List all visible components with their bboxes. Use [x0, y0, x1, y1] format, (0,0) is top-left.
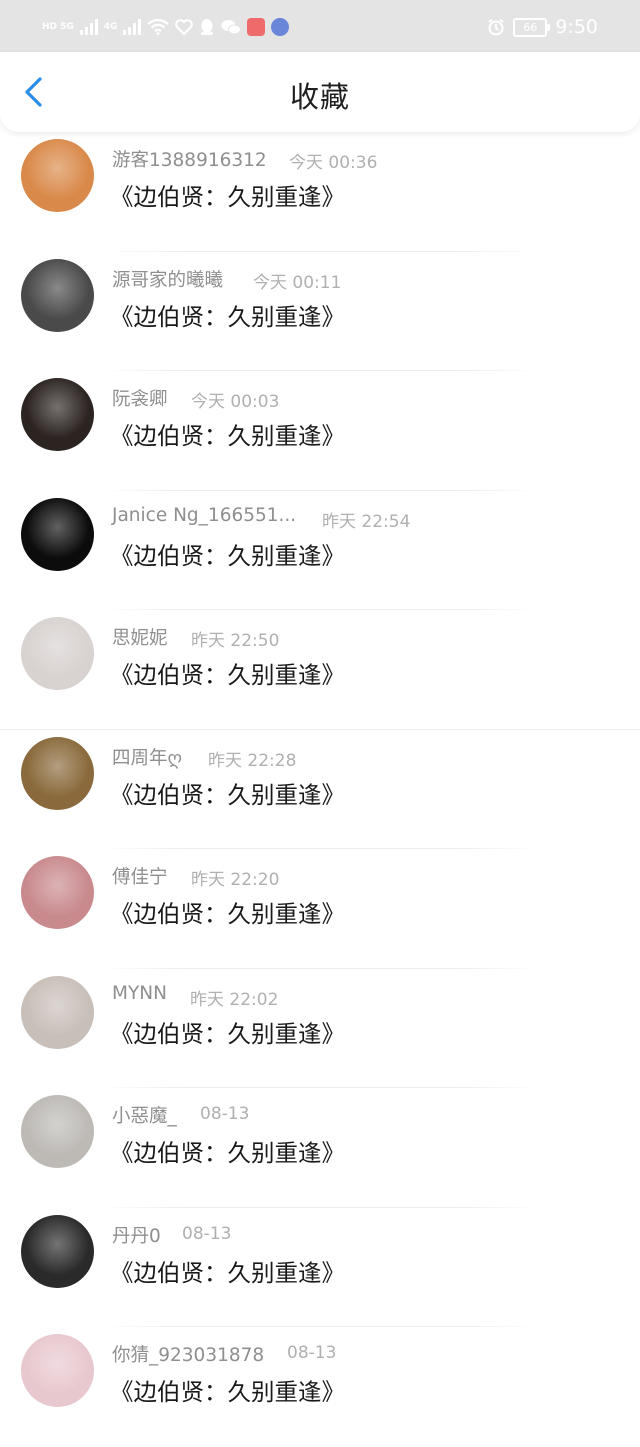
favorited-title[interactable]: 《边伯贤：久别重逢》 — [110, 417, 345, 451]
avatar[interactable] — [21, 617, 94, 690]
list-item[interactable]: 阮衾卿 今天 00:03 《边伯贤：久别重逢》 — [0, 371, 640, 491]
user-name[interactable]: 源哥家的曦曦 — [112, 266, 223, 292]
timestamp: 今天 00:11 — [253, 272, 342, 293]
user-name[interactable]: Janice Ng_166551... — [112, 505, 296, 526]
user-name[interactable]: 傅佳宁 — [112, 863, 168, 889]
list-item[interactable]: 你猜_923031878 08-13 《边伯贤：久别重逢》 — [0, 1327, 640, 1447]
list-item[interactable]: 傅佳宁 昨天 22:20 《边伯贤：久别重逢》 — [0, 849, 640, 969]
avatar[interactable] — [21, 1214, 94, 1288]
music-app-icon — [271, 18, 290, 36]
timestamp: 08-13 — [287, 1343, 337, 1363]
list-item[interactable]: 游客1388916312 今天 00:36 《边伯贤：久别重逢》 — [0, 132, 640, 252]
timestamp: 昨天 22:28 — [208, 750, 297, 771]
battery-indicator: 66 — [513, 17, 551, 37]
favorited-title[interactable]: 《边伯贤：久别重逢》 — [110, 776, 345, 810]
favorited-title[interactable]: 《边伯贤：久别重逢》 — [110, 537, 345, 571]
user-name[interactable]: 思妮妮 — [112, 624, 168, 650]
alarm-icon — [488, 18, 504, 36]
mail-app-icon — [247, 18, 266, 36]
clock: 9:50 — [555, 16, 598, 38]
qq-icon — [201, 19, 214, 35]
timestamp: 今天 00:03 — [191, 392, 280, 412]
timestamp: 昨天 22:02 — [190, 989, 279, 1010]
wechat-icon — [221, 20, 242, 35]
timestamp: 08-13 — [200, 1104, 250, 1124]
favorited-title[interactable]: 《边伯贤：久别重逢》 — [110, 1134, 345, 1168]
user-name[interactable]: 丹丹0 — [112, 1222, 161, 1248]
avatar[interactable] — [21, 736, 94, 810]
page-title: 收藏 — [289, 80, 350, 114]
list-item[interactable]: 丹丹0 08-13 《边伯贤：久别重逢》 — [0, 1208, 640, 1327]
timestamp: 08-13 — [182, 1223, 232, 1244]
user-name[interactable]: 四周年ღ — [112, 744, 182, 770]
avatar[interactable] — [21, 975, 94, 1049]
network-tag-5g: HD 5G — [42, 21, 74, 32]
network-tag-4g: 4G — [103, 21, 118, 32]
favorited-title[interactable]: 《边伯贤：久别重逢》 — [110, 298, 345, 332]
timestamp: 今天 00:36 — [289, 153, 378, 173]
favorited-title[interactable]: 《边伯贤：久别重逢》 — [110, 1373, 345, 1407]
status-bar-right: 66 9:50 — [487, 14, 598, 40]
avatar[interactable] — [21, 258, 94, 332]
avatar[interactable] — [21, 856, 94, 929]
list-item[interactable]: 四周年ღ 昨天 22:28 《边伯贤：久别重逢》 — [0, 730, 640, 849]
health-icon — [175, 19, 194, 35]
user-name[interactable]: 游客1388916312 — [112, 146, 267, 172]
favorited-title[interactable]: 《边伯贤：久别重逢》 — [110, 1254, 345, 1288]
favorited-title[interactable]: 《边伯贤：久别重逢》 — [110, 178, 345, 212]
list-item[interactable]: 小惡魔_ 08-13 《边伯贤：久别重逢》 — [0, 1088, 640, 1208]
timestamp: 昨天 22:50 — [191, 631, 280, 651]
signal-icon-2 — [123, 19, 142, 35]
status-bar: HD 5G 4G 66 9:50 — [0, 0, 640, 52]
avatar[interactable] — [21, 1334, 94, 1407]
user-name[interactable]: MYNN — [112, 983, 167, 1004]
list-item[interactable]: Janice Ng_166551... 昨天 22:54 《边伯贤：久别重逢》 — [0, 491, 640, 610]
avatar[interactable] — [21, 497, 94, 571]
list-item[interactable]: 源哥家的曦曦 今天 00:11 《边伯贤：久别重逢》 — [0, 252, 640, 371]
status-bar-left: HD 5G 4G — [42, 14, 290, 40]
user-name[interactable]: 阮衾卿 — [112, 385, 168, 411]
wifi-icon — [147, 19, 170, 35]
timestamp: 昨天 22:54 — [322, 511, 411, 532]
avatar[interactable] — [21, 1095, 94, 1168]
favorited-title[interactable]: 《边伯贤：久别重逢》 — [110, 656, 345, 690]
favorites-list: 游客1388916312 今天 00:36 《边伯贤：久别重逢》 源哥家的曦曦 今天 0… — [0, 132, 640, 1447]
favorited-title[interactable]: 《边伯贤：久别重逢》 — [110, 895, 345, 929]
favorited-title[interactable]: 《边伯贤：久别重逢》 — [110, 1015, 345, 1049]
avatar[interactable] — [21, 139, 94, 212]
avatar[interactable] — [21, 378, 94, 451]
header-bar: 收藏 — [0, 52, 640, 132]
user-name[interactable]: 小惡魔_ — [112, 1102, 177, 1128]
user-name[interactable]: 你猜_923031878 — [112, 1341, 264, 1367]
timestamp: 昨天 22:20 — [191, 870, 280, 890]
list-item[interactable]: 思妮妮 昨天 22:50 《边伯贤：久别重逢》 — [0, 610, 640, 730]
list-item[interactable]: MYNN 昨天 22:02 《边伯贤：久别重逢》 — [0, 969, 640, 1088]
signal-icon — [79, 19, 98, 35]
